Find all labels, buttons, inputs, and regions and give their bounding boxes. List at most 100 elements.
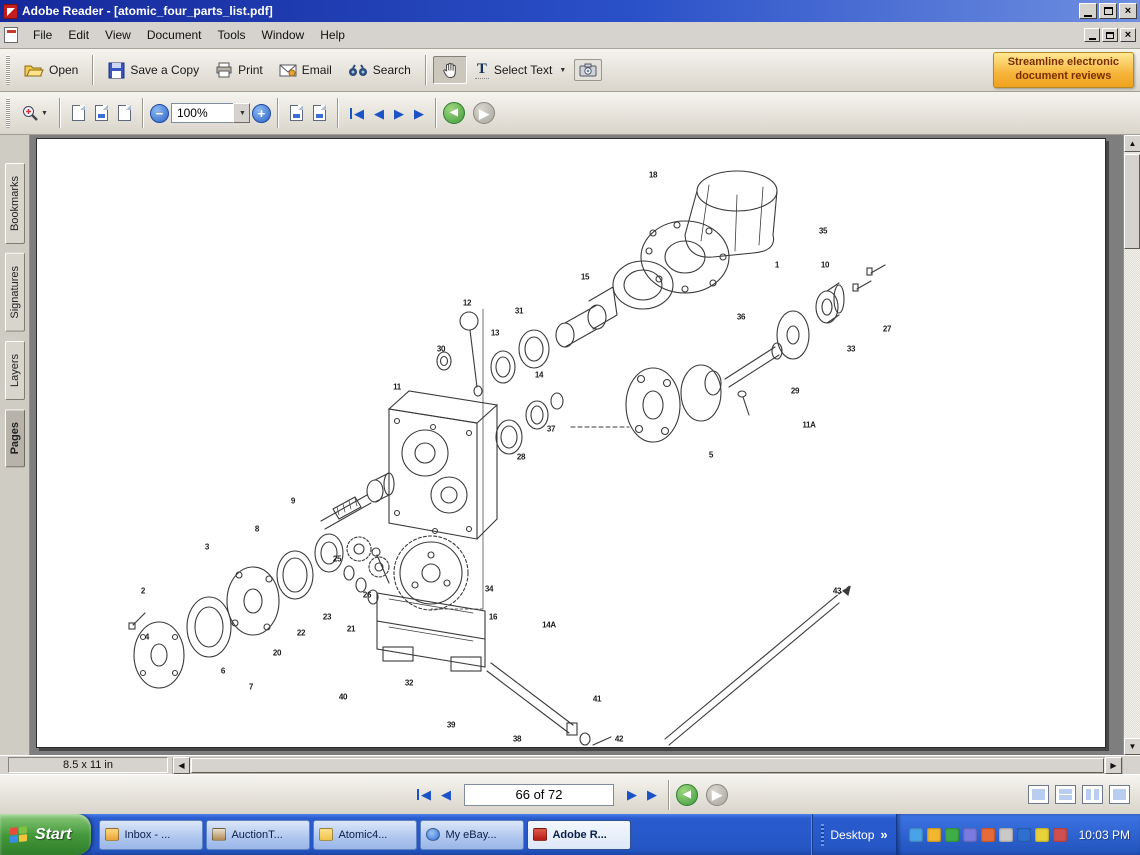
tray-icon-1[interactable] (909, 828, 923, 842)
vertical-scroll-track[interactable] (1124, 249, 1140, 738)
zoom-tool-dropdown-icon[interactable]: ▼ (41, 110, 48, 117)
toolbar-separator (425, 55, 427, 85)
next-page-icon: ▶ (627, 788, 637, 801)
actual-size-button[interactable] (67, 101, 90, 125)
email-label: Email (302, 63, 332, 77)
zoom-combo: ▼ (171, 103, 250, 123)
menu-help[interactable]: Help (312, 24, 353, 46)
toolbar-grip[interactable] (6, 55, 10, 85)
doc-minimize-button[interactable] (1084, 28, 1100, 42)
fit-width-button[interactable] (113, 101, 136, 125)
close-button[interactable]: × (1119, 3, 1137, 19)
menu-edit[interactable]: Edit (60, 24, 97, 46)
last-page-button[interactable]: ▶ (409, 104, 429, 123)
scroll-left-button[interactable]: ◀ (173, 757, 190, 774)
menu-document[interactable]: Document (139, 24, 210, 46)
zoom-level-field[interactable] (171, 103, 233, 123)
page-layout-group (1028, 785, 1130, 804)
minimize-button[interactable] (1079, 3, 1097, 19)
taskbar-button-inbox[interactable]: Inbox - ... (99, 820, 203, 850)
camera-icon (579, 63, 597, 77)
vertical-scroll-thumb[interactable] (1124, 154, 1140, 249)
menu-view[interactable]: View (97, 24, 139, 46)
select-text-dropdown-icon[interactable]: ▼ (559, 67, 566, 74)
window-title: Adobe Reader - [atomic_four_parts_list.p… (22, 4, 273, 18)
tray-icon-4[interactable] (963, 828, 977, 842)
streamline-reviews-button[interactable]: Streamline electronic document reviews (993, 52, 1134, 88)
taskbar-clock: 10:03 PM (1079, 828, 1130, 842)
page-navigation-bar: ◀ ◀ ▶ ▶ ◀ ▶ (0, 774, 1140, 814)
previous-page-button[interactable]: ◀ (369, 104, 389, 123)
facing-layout-button[interactable] (1082, 785, 1103, 804)
print-button[interactable]: Print (207, 57, 271, 83)
taskbar-button-auction[interactable]: AuctionT... (206, 820, 310, 850)
open-button[interactable]: Open (16, 58, 86, 83)
tray-icon-9[interactable] (1053, 828, 1067, 842)
horizontal-scrollbar[interactable]: ◀ ▶ (172, 757, 1123, 774)
maximize-button[interactable] (1099, 3, 1117, 19)
tray-icon-5[interactable] (981, 828, 995, 842)
chevron-icon[interactable]: » (880, 827, 887, 842)
open-folder-icon (24, 63, 44, 78)
next-page-button-bottom[interactable]: ▶ (622, 785, 642, 804)
toolbar-grip[interactable] (6, 98, 10, 128)
rotate-counterclockwise-button[interactable] (308, 101, 331, 125)
next-view-button-bottom[interactable]: ▶ (706, 784, 728, 806)
previous-page-button-bottom[interactable]: ◀ (436, 785, 456, 804)
next-view-button[interactable]: ▶ (473, 102, 495, 124)
taskbar-button-adobe-reader[interactable]: Adobe R... (527, 820, 631, 850)
menu-tools[interactable]: Tools (210, 24, 254, 46)
select-text-button[interactable]: T Select Text ▼ (467, 56, 574, 84)
taskbar-button-atomic4[interactable]: Atomic4... (313, 820, 417, 850)
tab-layers[interactable]: Layers (5, 341, 25, 400)
first-page-button-bottom[interactable]: ◀ (412, 785, 436, 804)
previous-view-button[interactable]: ◀ (443, 102, 465, 124)
tray-icon-8[interactable] (1035, 828, 1049, 842)
single-page-layout-button[interactable] (1028, 785, 1049, 804)
snapshot-tool-button[interactable] (574, 59, 602, 81)
taskbar-button-label: Atomic4... (338, 829, 387, 841)
email-button[interactable]: Email (271, 58, 340, 82)
continuous-facing-layout-button[interactable] (1109, 785, 1130, 804)
actual-size-icon (72, 105, 85, 121)
next-page-button[interactable]: ▶ (389, 104, 409, 123)
save-a-copy-button[interactable]: Save a Copy (100, 57, 207, 84)
scroll-down-button[interactable]: ▼ (1124, 738, 1140, 755)
zoom-combo-dropdown[interactable]: ▼ (233, 103, 250, 123)
rotate-clockwise-button[interactable] (285, 101, 308, 125)
pdf-document-icon[interactable] (4, 27, 18, 43)
tray-icon-6[interactable] (999, 828, 1013, 842)
hand-tool-button[interactable] (433, 56, 467, 84)
continuous-layout-button[interactable] (1055, 785, 1076, 804)
desktop-label[interactable]: Desktop (830, 828, 874, 842)
doc-close-button[interactable]: × (1120, 28, 1136, 42)
zoom-tool-button[interactable]: ▼ (16, 100, 53, 126)
scroll-right-button[interactable]: ▶ (1105, 757, 1122, 774)
taskbar-buttons: Inbox - ... AuctionT... Atomic4... My eB… (99, 820, 812, 850)
promo-line2: document reviews (1008, 70, 1119, 84)
start-button[interactable]: Start (0, 814, 91, 855)
scroll-up-button[interactable]: ▲ (1124, 135, 1140, 152)
first-page-button[interactable]: ◀ (345, 104, 369, 123)
last-page-button-bottom[interactable]: ▶ (642, 785, 662, 804)
page-number-field[interactable] (464, 784, 614, 806)
tray-icon-7[interactable] (1017, 828, 1031, 842)
document-viewport[interactable]: 1813510361531121330141129273311A53728983… (30, 135, 1140, 755)
fit-page-button[interactable] (90, 101, 113, 125)
tray-icon-2[interactable] (927, 828, 941, 842)
vertical-scrollbar[interactable]: ▲ ▼ (1123, 135, 1140, 755)
menu-file[interactable]: File (25, 24, 60, 46)
tray-icon-3[interactable] (945, 828, 959, 842)
menu-window[interactable]: Window (254, 24, 313, 46)
previous-view-button-bottom[interactable]: ◀ (676, 784, 698, 806)
tab-pages[interactable]: Pages (5, 409, 25, 467)
taskbar-button-myebay[interactable]: My eBay... (420, 820, 524, 850)
search-button[interactable]: Search (340, 58, 419, 82)
toolbar-grip[interactable] (821, 824, 824, 846)
horizontal-scroll-thumb[interactable] (191, 758, 1104, 773)
tab-signatures[interactable]: Signatures (5, 253, 25, 332)
zoom-in-button[interactable]: + (252, 104, 271, 123)
doc-restore-button[interactable] (1102, 28, 1118, 42)
tab-bookmarks[interactable]: Bookmarks (5, 163, 25, 244)
zoom-out-button[interactable]: − (150, 104, 169, 123)
